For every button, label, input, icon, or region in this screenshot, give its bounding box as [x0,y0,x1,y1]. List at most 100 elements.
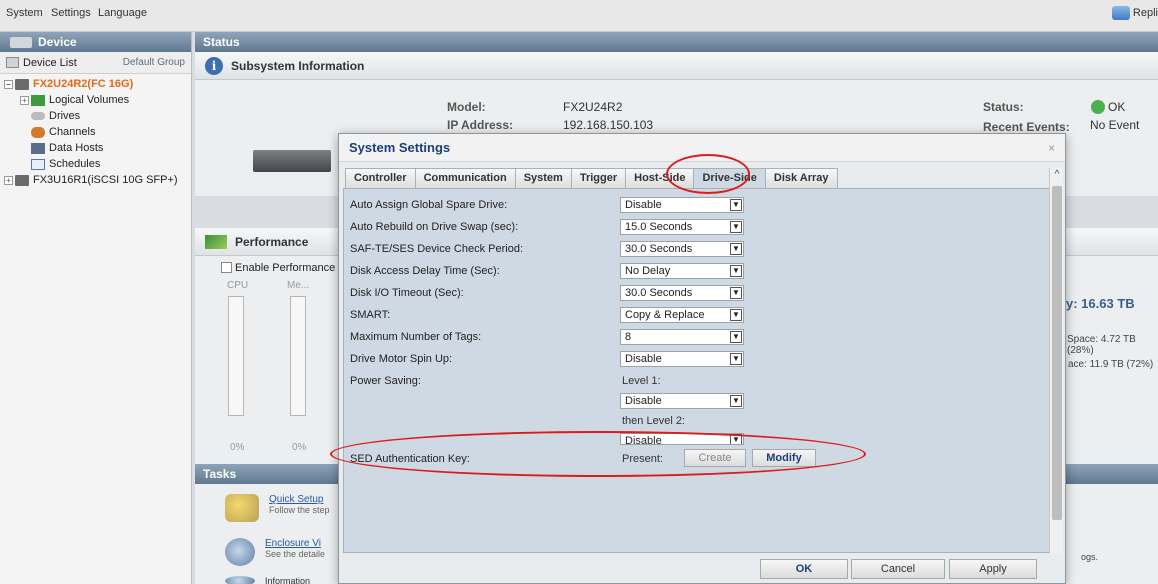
tab-drive-side[interactable]: Drive-Side [693,168,766,188]
device-icon [15,78,29,90]
quick-setup-desc: Follow the step [269,505,330,515]
enable-performance-checkbox[interactable] [221,262,232,273]
expand-icon[interactable]: + [4,175,13,185]
smart-select[interactable]: Copy & Replace ▼ [620,307,744,323]
quick-setup-link[interactable]: Quick Setup [269,494,330,505]
create-button[interactable]: Create [684,449,746,467]
max-tags-label: Maximum Number of Tags: [350,331,482,343]
tree-node-data-hosts[interactable]: Data Hosts [0,140,191,156]
expand-icon[interactable]: + [20,95,29,105]
tree-node-fx3u16r1[interactable]: + FX3U16R1(iSCSI 10G SFP+) [0,172,191,188]
auto-assign-spare-select[interactable]: Disable ▼ [620,197,744,213]
tab-communication[interactable]: Communication [414,168,516,188]
select-value: 30.0 Seconds [625,287,693,299]
information-link[interactable]: Information [265,576,310,584]
close-icon[interactable]: × [1048,141,1055,155]
channels-icon [31,126,45,138]
select-value: Copy & Replace [625,309,705,321]
memory-percent: 0% [292,442,307,453]
tree-node-label: Schedules [49,158,101,170]
chevron-down-icon: ▼ [730,221,742,233]
replicate-button[interactable]: Repli [1111,6,1158,20]
chevron-down-icon: ▼ [730,199,742,211]
menu-settings[interactable]: Settings [51,7,91,19]
scroll-thumb[interactable] [1052,186,1062,520]
saf-te-ses-label: SAF-TE/SES Device Check Period: [350,243,524,255]
status-header: Status [195,32,1158,52]
device-list-row[interactable]: Device List Default Group [0,52,191,74]
logs-fragment: ogs. [1081,552,1099,562]
tab-host-side[interactable]: Host-Side [625,168,695,188]
cpu-percent: 0% [230,442,245,453]
cancel-button[interactable]: Cancel [851,559,945,579]
sed-key-label: SED Authentication Key: [350,453,470,465]
smart-label: SMART: [350,309,391,321]
level2-select[interactable]: Disable ▼ [620,433,744,445]
tree-node-label: FX3U16R1(iSCSI 10G SFP+) [33,174,178,186]
tab-trigger[interactable]: Trigger [570,168,627,188]
enclosure-view-link[interactable]: Enclosure Vi [265,538,325,549]
scroll-up-icon[interactable]: ^ [1050,168,1064,182]
ok-icon [1091,100,1105,114]
menu-language[interactable]: Language [98,7,147,19]
select-value: 8 [625,331,632,343]
tree-node-drives[interactable]: Drives [0,108,191,124]
chevron-down-icon: ▼ [730,353,742,365]
select-value: Disable [625,435,662,445]
system-settings-dialog: System Settings × Controller Communicati… [338,133,1066,584]
ok-button[interactable]: OK [760,559,848,579]
drive-motor-spin-up-label: Drive Motor Spin Up: [350,353,453,365]
device-icon [15,174,29,186]
tree-node-logical-volumes[interactable]: + Logical Volumes [0,92,191,108]
ip-value: 192.168.150.103 [563,118,654,132]
chevron-down-icon: ▼ [730,434,742,444]
magnifier-icon [225,538,255,566]
task-enclosure-view[interactable]: Enclosure Vi See the detaile [225,538,325,566]
disk-access-delay-select[interactable]: No Delay ▼ [620,263,744,279]
drives-icon [31,112,45,120]
auto-rebuild-select[interactable]: 15.0 Seconds ▼ [620,219,744,235]
task-quick-setup[interactable]: Quick Setup Follow the step [225,494,330,522]
cpu-meter [228,296,244,416]
saf-te-ses-select[interactable]: 30.0 Seconds ▼ [620,241,744,257]
max-tags-select[interactable]: 8 ▼ [620,329,744,345]
logical-volumes-icon [31,94,45,106]
wizard-icon [225,494,259,522]
level1-label: Level 1: [622,375,661,387]
recent-events-value: No Event [1090,118,1140,132]
dialog-footer: OK Cancel Apply [339,553,1065,583]
tree-node-fx2u24r2[interactable]: − FX2U24R2(FC 16G) [0,76,191,92]
modify-button[interactable]: Modify [752,449,816,467]
information-icon [225,576,255,584]
cpu-label: CPU [227,280,249,291]
disk-io-timeout-select[interactable]: 30.0 Seconds ▼ [620,285,744,301]
capacity-text: y: 16.63 TB [1066,296,1135,311]
task-information[interactable]: Information [225,576,310,584]
chevron-down-icon: ▼ [730,287,742,299]
tab-disk-array[interactable]: Disk Array [764,168,838,188]
apply-button[interactable]: Apply [949,559,1037,579]
level1-select[interactable]: Disable ▼ [620,393,744,409]
tree-node-channels[interactable]: Channels [0,124,191,140]
select-value: 15.0 Seconds [625,221,693,233]
collapse-icon[interactable]: − [4,79,13,89]
info-icon: i [205,56,223,75]
enable-performance-toggle[interactable]: Enable Performance Mo [221,262,354,274]
select-value: No Delay [625,265,671,277]
level2-label: then Level 2: [622,415,685,427]
status-value: OK [1108,100,1126,114]
menu-bar: System Settings Language Repli [0,0,1158,32]
used-space-text: Space: 4.72 TB (28%) [1067,334,1136,356]
tab-system[interactable]: System [514,168,572,188]
tree-node-label: Channels [49,126,96,138]
chevron-down-icon: ▼ [730,395,742,407]
drive-motor-spin-up-select[interactable]: Disable ▼ [620,351,744,367]
tree-node-schedules[interactable]: Schedules [0,156,191,172]
subsystem-info-title: Subsystem Information [231,58,365,73]
tree-node-label: Data Hosts [49,142,104,154]
subsystem-info-header: i Subsystem Information [195,52,1158,80]
menu-system[interactable]: System [6,7,43,19]
tab-controller[interactable]: Controller [345,168,416,188]
dialog-scrollbar[interactable]: ^ v [1049,168,1063,580]
default-group-label[interactable]: Default Group [123,57,185,68]
